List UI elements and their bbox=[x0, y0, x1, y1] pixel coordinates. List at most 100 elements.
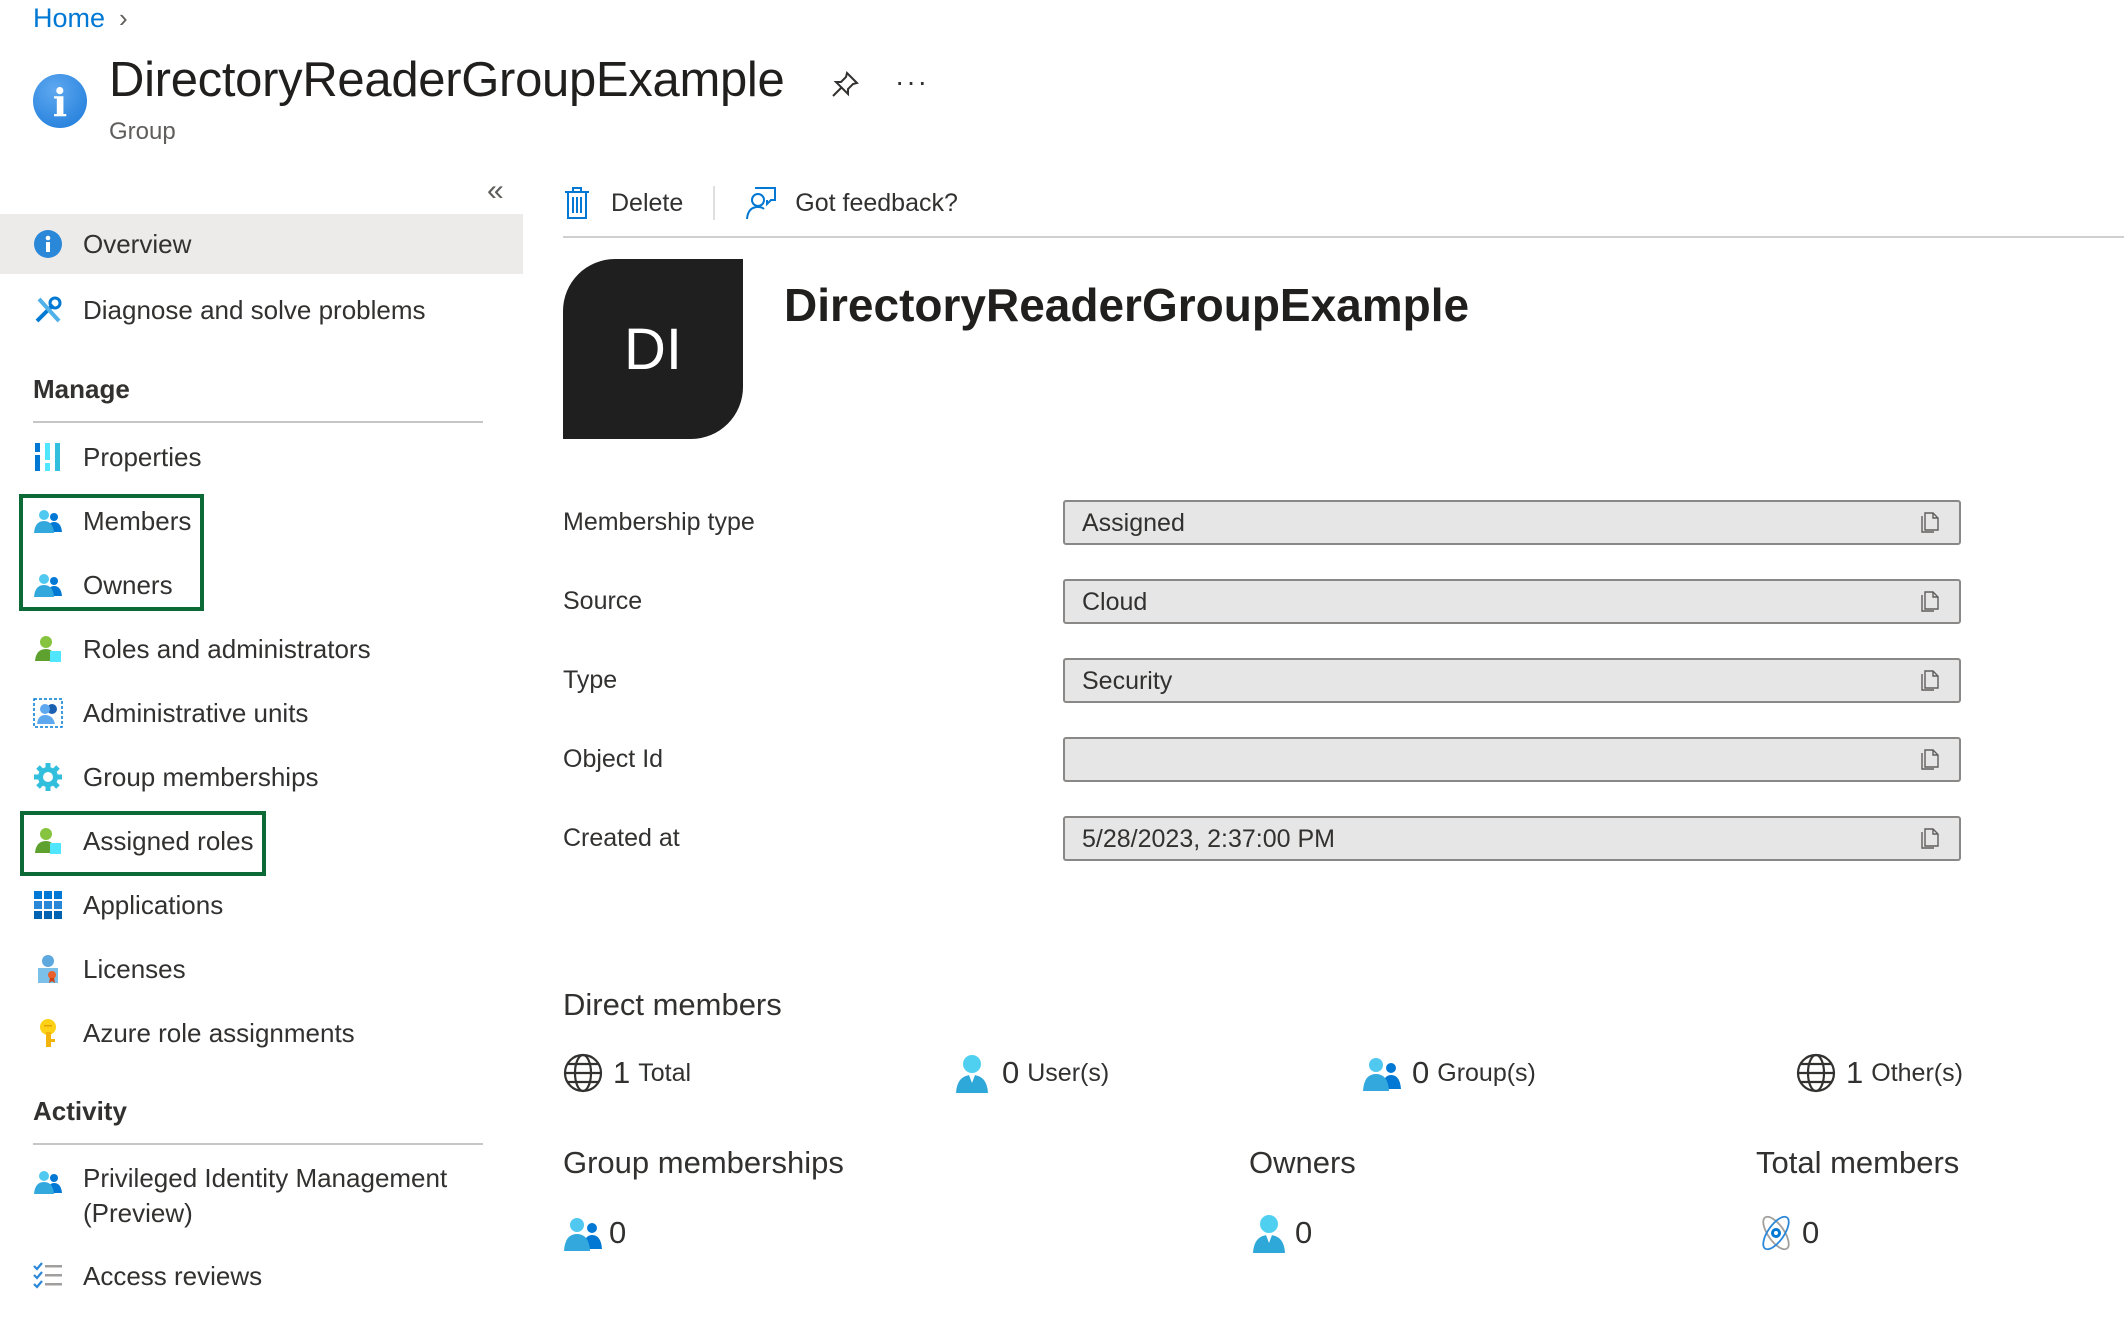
sidebar-item-roles-and-administrators[interactable]: Roles and administrators bbox=[0, 619, 523, 679]
type-field[interactable]: Security bbox=[1063, 658, 1961, 703]
summary-heading-owners: Owners bbox=[1249, 1145, 1356, 1180]
created-at-field[interactable]: 5/28/2023, 2:37:00 PM bbox=[1063, 816, 1961, 861]
stat-label: Group(s) bbox=[1437, 1058, 1536, 1087]
page-subtitle: Group bbox=[109, 118, 176, 145]
summary-group-memberships[interactable]: 0 bbox=[563, 1213, 626, 1253]
copy-icon[interactable] bbox=[1921, 828, 1939, 850]
sidebar-item-licenses[interactable]: Licenses bbox=[0, 939, 523, 999]
group-avatar: DI bbox=[563, 259, 743, 439]
sidebar-item-azure-role-assignments[interactable]: Azure role assignments bbox=[0, 1003, 523, 1063]
stat-count: 1 bbox=[1846, 1055, 1864, 1090]
stat-others[interactable]: 1 Other(s) bbox=[1796, 1052, 1963, 1094]
sidebar-item-label: Diagnose and solve problems bbox=[83, 294, 426, 325]
wrench-icon bbox=[33, 295, 63, 325]
summary-value: 0 bbox=[609, 1215, 627, 1250]
stat-total[interactable]: 1 Total bbox=[563, 1052, 691, 1094]
field-label-source: Source bbox=[563, 587, 643, 615]
feedback-icon bbox=[745, 186, 777, 220]
atom-icon bbox=[1756, 1213, 1796, 1253]
summary-heading-total-members: Total members bbox=[1756, 1145, 1960, 1180]
copy-icon[interactable] bbox=[1921, 749, 1939, 771]
sidebar-item-access-reviews[interactable]: Access reviews bbox=[0, 1246, 523, 1306]
field-value: Assigned bbox=[1082, 509, 1185, 537]
summary-value: 0 bbox=[1802, 1215, 1820, 1250]
sidebar-item-label: Properties bbox=[83, 441, 202, 472]
sidebar-item-applications[interactable]: Applications bbox=[0, 875, 523, 935]
sidebar-item-label: Administrative units bbox=[83, 697, 309, 728]
summary-owners[interactable]: 0 bbox=[1249, 1213, 1312, 1253]
section-heading-manage: Manage bbox=[33, 374, 130, 404]
sidebar-item-label: Access reviews bbox=[83, 1260, 263, 1291]
feedback-button[interactable]: Got feedback? bbox=[745, 186, 958, 220]
section-heading-activity: Activity bbox=[33, 1096, 127, 1126]
object-id-field[interactable] bbox=[1063, 737, 1961, 782]
field-label-membership-type: Membership type bbox=[563, 508, 755, 536]
user-icon bbox=[1249, 1213, 1289, 1253]
stat-label: Total bbox=[638, 1058, 692, 1087]
chevron-right-icon: › bbox=[119, 2, 128, 33]
direct-members-heading: Direct members bbox=[563, 987, 782, 1022]
section-divider bbox=[33, 1143, 483, 1145]
section-divider bbox=[33, 421, 483, 423]
stat-groups[interactable]: 0 Group(s) bbox=[1362, 1052, 1536, 1094]
delete-label: Delete bbox=[611, 188, 684, 217]
more-options-button[interactable]: ··· bbox=[895, 66, 929, 98]
info-icon: i bbox=[33, 74, 87, 128]
sidebar-item-label: Licenses bbox=[83, 953, 186, 984]
summary-total-members[interactable]: 0 bbox=[1756, 1213, 1819, 1253]
apps-grid-icon bbox=[33, 890, 63, 920]
field-label-object-id: Object Id bbox=[563, 745, 664, 773]
sidebar-item-overview[interactable]: Overview bbox=[0, 214, 523, 274]
label-line-1: Privileged Identity Management bbox=[83, 1163, 448, 1193]
sidebar-item-label: Roles and administrators bbox=[83, 633, 371, 664]
admin-units-icon bbox=[33, 698, 63, 728]
group-name: DirectoryReaderGroupExample bbox=[784, 279, 1470, 331]
sidebar-item-properties[interactable]: Properties bbox=[0, 427, 523, 487]
sidebar-item-group-memberships[interactable]: Group memberships bbox=[0, 747, 523, 807]
group-icon bbox=[33, 1167, 63, 1197]
globe-icon bbox=[1796, 1053, 1836, 1093]
stat-count: 0 bbox=[1412, 1055, 1430, 1090]
highlight-box-members-owners bbox=[19, 494, 204, 611]
sidebar-item-label: Azure role assignments bbox=[83, 1017, 355, 1048]
copy-icon[interactable] bbox=[1921, 670, 1939, 692]
sidebar-item-label: Overview bbox=[83, 228, 192, 259]
page-title: DirectoryReaderGroupExample bbox=[109, 53, 785, 107]
membership-type-field[interactable]: Assigned bbox=[1063, 500, 1961, 545]
stat-count: 0 bbox=[1002, 1055, 1020, 1090]
group-icon bbox=[1362, 1053, 1402, 1093]
checklist-icon bbox=[33, 1261, 63, 1291]
license-icon bbox=[33, 954, 63, 984]
info-icon bbox=[33, 229, 63, 259]
label-line-2: (Preview) bbox=[83, 1198, 193, 1228]
command-bar: Delete Got feedback? bbox=[563, 178, 958, 228]
sidebar-item-privileged-identity-management[interactable]: Privileged Identity Management (Preview) bbox=[0, 1155, 523, 1235]
collapse-sidebar-button[interactable]: « bbox=[487, 174, 504, 208]
stat-users[interactable]: 0 User(s) bbox=[952, 1052, 1109, 1094]
sidebar-item-label: Group memberships bbox=[83, 761, 319, 792]
user-icon bbox=[952, 1053, 992, 1093]
summary-heading-group-memberships: Group memberships bbox=[563, 1145, 844, 1180]
stat-label: User(s) bbox=[1027, 1058, 1110, 1087]
breadcrumb-home-link[interactable]: Home bbox=[33, 3, 105, 34]
trash-icon bbox=[563, 186, 593, 220]
field-label-created-at: Created at bbox=[563, 824, 680, 852]
toolbar-divider bbox=[563, 236, 2124, 238]
field-value: 5/28/2023, 2:37:00 PM bbox=[1082, 825, 1335, 853]
gear-icon bbox=[33, 762, 63, 792]
stat-count: 1 bbox=[613, 1055, 631, 1090]
key-icon bbox=[33, 1018, 63, 1048]
copy-icon[interactable] bbox=[1921, 512, 1939, 534]
pin-icon[interactable] bbox=[828, 68, 862, 102]
breadcrumb: Home › bbox=[33, 0, 128, 36]
field-value: Security bbox=[1082, 667, 1173, 695]
sidebar-item-diagnose[interactable]: Diagnose and solve problems bbox=[0, 280, 523, 340]
feedback-label: Got feedback? bbox=[795, 188, 958, 217]
field-value: Cloud bbox=[1082, 588, 1148, 616]
source-field[interactable]: Cloud bbox=[1063, 579, 1961, 624]
delete-button[interactable]: Delete bbox=[563, 186, 683, 220]
group-icon bbox=[563, 1213, 603, 1253]
properties-icon bbox=[33, 442, 63, 472]
copy-icon[interactable] bbox=[1921, 591, 1939, 613]
sidebar-item-administrative-units[interactable]: Administrative units bbox=[0, 683, 523, 743]
